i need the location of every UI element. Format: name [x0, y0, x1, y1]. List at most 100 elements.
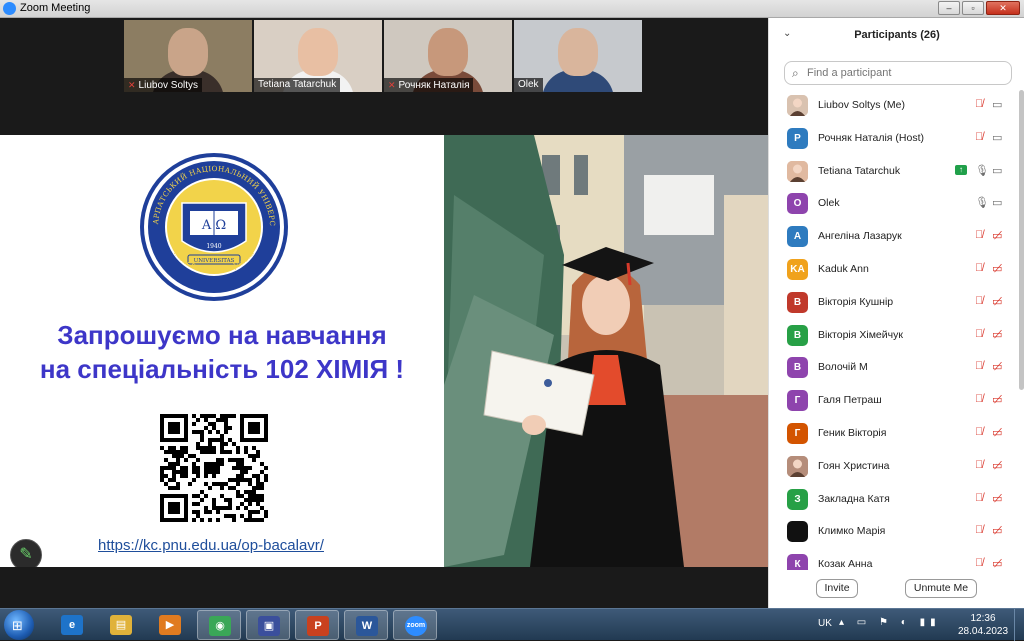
mic-muted-icon[interactable]: 🎙̸ [975, 295, 983, 307]
mic-muted-icon[interactable]: 🎙̸ [975, 229, 983, 241]
participant-row[interactable]: Р Рочняк Наталія (Host) 🎙̸ ▭ [769, 123, 1019, 156]
participant-row[interactable]: В Вікторія Кушнір 🎙̸ ▭̸ [769, 287, 1019, 320]
video-name-label: ✕ Рочняк Наталія [384, 78, 474, 92]
avatar-photo [787, 455, 808, 477]
camera-off-icon[interactable]: ▭̸ [992, 328, 1002, 341]
logo-year: 1940 [206, 243, 221, 250]
participant-row[interactable]: Liubov Soltys (Me) 🎙̸ ▭ [769, 90, 1019, 123]
mic-muted-icon: ✕ [388, 80, 396, 90]
headline-line-1: Запрошуємо на навчання [57, 320, 387, 350]
camera-off-icon[interactable]: ▭̸ [992, 557, 1002, 570]
taskbar-button[interactable]: W [344, 610, 388, 640]
participant-row[interactable]: Г Галя Петраш 🎙̸ ▭̸ [769, 385, 1019, 418]
participants-header: ⌄ Participants (26) [769, 18, 1024, 52]
video-tile[interactable]: Olek [514, 20, 642, 92]
graduate-photo [444, 135, 768, 567]
participant-row[interactable]: А Ангеліна Лазарук 🎙̸ ▭̸ [769, 221, 1019, 254]
show-desktop-button[interactable] [1014, 609, 1024, 641]
camera-off-icon[interactable]: ▭̸ [992, 459, 1002, 472]
video-participant-name: Olek [518, 79, 539, 90]
camera-off-icon[interactable]: ▭̸ [992, 360, 1002, 373]
qr-code [160, 414, 268, 522]
program-link[interactable]: https://kc.pnu.edu.ua/op-bacalavr/ [0, 537, 422, 554]
unmute-me-button[interactable]: Unmute Me [905, 579, 977, 598]
close-button[interactable]: ✕ [986, 1, 1020, 15]
mic-muted-icon[interactable]: 🎙̸ [975, 360, 983, 372]
camera-icon[interactable]: ▭ [992, 196, 1002, 209]
participant-row[interactable]: Гоян Христина 🎙̸ ▭̸ [769, 451, 1019, 484]
participant-name: Климко Марія [818, 525, 886, 538]
camera-off-icon[interactable]: ▭̸ [992, 295, 1002, 308]
avatar: Г [787, 422, 808, 444]
taskbar-button[interactable]: P [295, 610, 339, 640]
participants-title: Participants (26) [854, 29, 940, 41]
participant-row[interactable]: В Волочій М 🎙̸ ▭̸ [769, 352, 1019, 385]
minimize-button[interactable]: – [938, 1, 960, 15]
participant-name: Kaduk Ann [818, 262, 869, 275]
participant-name: Ангеліна Лазарук [818, 230, 902, 243]
taskbar-button[interactable]: zoom [393, 610, 437, 640]
clock[interactable]: 12:36 28.04.2023 [958, 612, 1008, 638]
mic-muted-icon[interactable]: 🎙̸ [975, 393, 983, 405]
participant-row[interactable]: З Закладна Катя 🎙̸ ▭̸ [769, 484, 1019, 517]
camera-off-icon[interactable]: ▭̸ [992, 262, 1002, 275]
camera-icon[interactable]: ▭ [992, 164, 1002, 177]
taskbar-button[interactable]: ▤ [99, 610, 143, 640]
camera-off-icon[interactable]: ▭̸ [992, 229, 1002, 242]
mic-muted-icon[interactable]: 🎙̸ [975, 557, 983, 569]
taskbar-button[interactable]: e [50, 610, 94, 640]
mic-muted-icon[interactable]: 🎙̸ [975, 492, 983, 504]
avatar: З [787, 488, 808, 510]
taskbar-button[interactable]: ▣ [246, 610, 290, 640]
language-indicator[interactable]: UK [818, 618, 832, 629]
camera-off-icon[interactable]: ▭̸ [992, 524, 1002, 537]
mic-icon[interactable]: 🎙 [975, 164, 989, 177]
participant-video-face [168, 28, 208, 76]
participant-name: Геник Вікторія [818, 426, 887, 439]
camera-icon[interactable]: ▭ [992, 131, 1002, 144]
participant-row[interactable]: Климко Марія 🎙̸ ▭̸ [769, 516, 1019, 549]
restore-button[interactable]: ▫ [962, 1, 984, 15]
search-input[interactable] [807, 65, 1007, 81]
camera-off-icon[interactable]: ▭̸ [992, 393, 1002, 406]
participant-row[interactable]: KA Kaduk Ann 🎙̸ ▭̸ [769, 254, 1019, 287]
mic-icon[interactable]: 🎙 [975, 196, 989, 209]
shared-screen: Α Ω 1940 UNIVERSITAS ПРИКАРПАТСЬКИЙ НАЦІ… [0, 135, 768, 567]
participant-name: Козак Анна [818, 558, 873, 570]
avatar: Г [787, 390, 808, 412]
participant-row[interactable]: В Вікторія Хімейчук 🎙̸ ▭̸ [769, 320, 1019, 353]
participant-row[interactable]: O Olek 🎙 ▭ [769, 188, 1019, 221]
tray-icons[interactable]: ▴ ▭ ⚑ ◐ ▮▮ [839, 617, 941, 628]
participant-name: Волочій М [818, 361, 868, 374]
participant-list-scrollbar[interactable] [1019, 90, 1024, 390]
logo-book-text: Α Ω [201, 218, 226, 233]
taskbar-button[interactable]: ▶ [148, 610, 192, 640]
avatar: Р [787, 127, 808, 149]
video-tile[interactable]: Tetiana Tatarchuk [254, 20, 382, 92]
camera-off-icon[interactable]: ▭̸ [992, 426, 1002, 439]
video-tile[interactable]: ✕ Рочняк Наталія [384, 20, 512, 92]
participant-row[interactable]: Tetiana Tatarchuk ↑ 🎙 ▭ [769, 156, 1019, 189]
avatar [787, 160, 808, 182]
avatar [787, 95, 808, 116]
mic-muted-icon[interactable]: 🎙̸ [975, 328, 983, 340]
mic-muted-icon[interactable]: 🎙̸ [975, 98, 983, 110]
video-thumbnail-strip: ✕ Liubov Soltys Tetiana Tatarchuk ✕ Рочняк Н… [124, 20, 642, 92]
mic-muted-icon[interactable]: 🎙̸ [975, 262, 983, 274]
start-button[interactable]: ⊞ [4, 610, 34, 640]
mic-muted-icon[interactable]: 🎙̸ [975, 459, 983, 471]
taskbar-button[interactable]: ◉ [197, 610, 241, 640]
participant-row[interactable]: К Козак Анна 🎙̸ ▭̸ [769, 549, 1019, 570]
mic-muted-icon[interactable]: 🎙̸ [975, 131, 983, 143]
avatar: В [787, 357, 808, 379]
pen-icon[interactable]: ✎ [10, 539, 42, 567]
mic-muted-icon[interactable]: 🎙̸ [975, 524, 983, 536]
university-logo: Α Ω 1940 UNIVERSITAS ПРИКАРПАТСЬКИЙ НАЦІ… [138, 151, 288, 301]
participant-row[interactable]: Г Геник Вікторія 🎙̸ ▭̸ [769, 418, 1019, 451]
invite-button[interactable]: Invite [816, 579, 858, 598]
camera-off-icon[interactable]: ▭̸ [992, 492, 1002, 505]
video-tile[interactable]: ✕ Liubov Soltys [124, 20, 252, 92]
mic-muted-icon[interactable]: 🎙̸ [975, 426, 983, 438]
camera-icon[interactable]: ▭ [992, 98, 1002, 111]
participant-search[interactable]: ⌕ [784, 61, 1012, 85]
